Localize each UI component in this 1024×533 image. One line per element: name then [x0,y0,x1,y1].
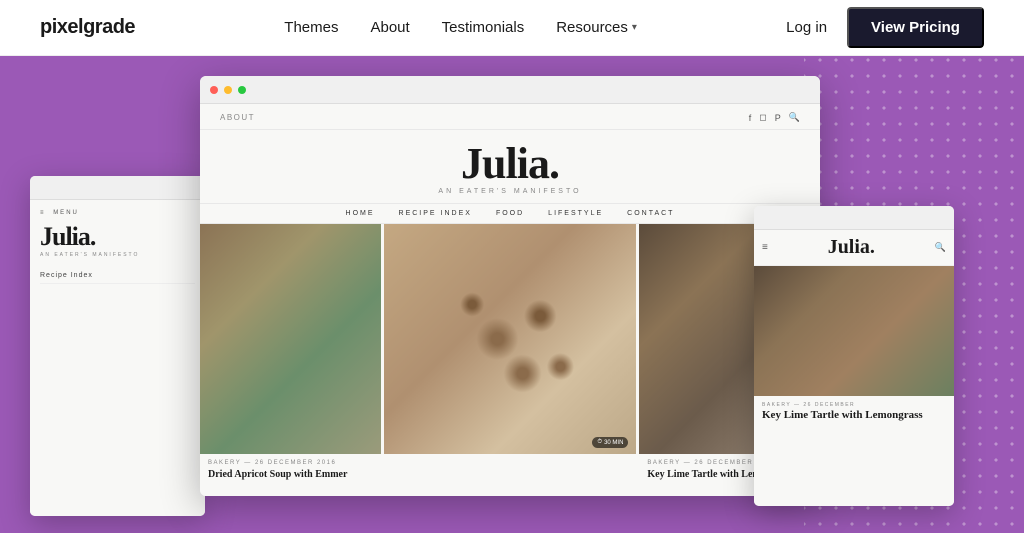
julia-nav-home[interactable]: HOME [346,210,375,217]
nav-testimonials[interactable]: Testimonials [442,19,525,36]
main-area: ≡ MENU Julia. AN EATER'S MANIFESTO Recip… [0,56,1024,533]
hamburger-icon: ≡ [40,210,46,216]
right-julia-title: Julia. [828,236,875,259]
julia-site-title: Julia. [200,142,820,186]
cinnamon-rolls-image [384,224,637,454]
post-category-1: BAKERY — 26 DECEMBER 2016 [208,460,373,466]
browser-dot-yellow [50,184,57,191]
nav-resources[interactable]: Resources ▾ [556,19,637,36]
right-header: ≡ Julia. 🔍 [754,230,954,266]
chevron-down-icon: ▾ [632,22,637,33]
post-info-center [384,454,637,487]
right-food-image [754,266,954,396]
small-julia-subtitle: AN EATER'S MANIFESTO [40,252,195,258]
julia-theme-content: ABOUT f ◻ P 🔍 Julia. AN EATER'S MANIFEST… [200,104,820,496]
browser-bar-left [30,176,205,200]
julia-site-header: ABOUT f ◻ P 🔍 [200,104,820,130]
site-logo[interactable]: pixelgrade [40,16,135,39]
browser-dot-green-right [786,214,793,221]
julia-nav-recipe[interactable]: RECIPE INDEX [399,210,472,217]
nav-about[interactable]: About [370,19,409,36]
browser-dot-green [62,184,69,191]
browser-dot-red [38,184,45,191]
julia-site-subtitle: AN EATER'S MANIFESTO [200,188,820,195]
header-actions: Log in View Pricing [786,7,984,48]
browser-mockup-main: ABOUT f ◻ P 🔍 Julia. AN EATER'S MANIFEST… [200,76,820,496]
julia-about-label: ABOUT [220,113,255,122]
julia-nav-lifestyle[interactable]: LIFESTYLE [548,210,603,217]
hamburger-icon-right[interactable]: ≡ [762,242,768,253]
browser-dot-red-right [762,214,769,221]
julia-nav-contact[interactable]: CONTACT [627,210,674,217]
nav-themes[interactable]: Themes [284,19,338,36]
clock-icon: ⏱ [597,439,602,446]
post-info-1: BAKERY — 26 DECEMBER 2016 Dried Apricot … [200,454,381,487]
browser-dot-yellow-main [224,86,232,94]
login-button[interactable]: Log in [786,19,827,36]
julia-right-content: ≡ Julia. 🔍 BAKERY — 26 DECEMBER Key Lime… [754,230,954,506]
search-icon-right[interactable]: 🔍 [935,242,946,253]
pinterest-icon[interactable]: P [775,113,781,123]
view-pricing-button[interactable]: View Pricing [847,7,984,48]
grid-item-1 [200,224,381,454]
julia-image-grid: ⏱ 30 MIN ⏱ 30 MIN [200,224,820,454]
browser-bar-main [200,76,820,104]
browser-dot-red-main [210,86,218,94]
instagram-icon[interactable]: ◻ [759,112,766,123]
julia-social-icons: f ◻ P 🔍 [749,112,800,123]
small-julia-title: Julia. [40,224,195,250]
julia-small-content: ≡ MENU Julia. AN EATER'S MANIFESTO Recip… [30,200,205,516]
right-post-title[interactable]: Key Lime Tartle with Lemongrass [762,408,946,422]
small-nav-recipe[interactable]: Recipe Index [40,268,195,284]
small-menu-label: ≡ MENU [40,210,195,216]
browser-mockup-left: ≡ MENU Julia. AN EATER'S MANIFESTO Recip… [30,176,205,516]
julia-nav-food[interactable]: FOOD [496,210,524,217]
facebook-icon[interactable]: f [749,113,752,123]
post-title-1[interactable]: Dried Apricot Soup with Emmer [208,468,373,481]
julia-main-nav: HOME RECIPE INDEX FOOD LIFESTYLE CONTACT [200,204,820,224]
grid-item-2: ⏱ 30 MIN [384,224,637,454]
food-image-1 [200,224,381,454]
right-post-info: BAKERY — 26 DECEMBER Key Lime Tartle wit… [754,396,954,428]
browser-dot-yellow-right [774,214,781,221]
browser-dot-green-main [238,86,246,94]
browser-bar-right [754,206,954,230]
browser-mockup-right: ≡ Julia. 🔍 BAKERY — 26 DECEMBER Key Lime… [754,206,954,506]
julia-post-area: BAKERY — 26 DECEMBER 2016 Dried Apricot … [200,454,820,487]
timer-badge-1: ⏱ 30 MIN [592,437,628,448]
main-nav: Themes About Testimonials Resources ▾ [284,19,637,36]
site-header: pixelgrade Themes About Testimonials Res… [0,0,1024,56]
julia-logo-area: Julia. AN EATER'S MANIFESTO [200,130,820,204]
search-icon[interactable]: 🔍 [789,112,800,123]
